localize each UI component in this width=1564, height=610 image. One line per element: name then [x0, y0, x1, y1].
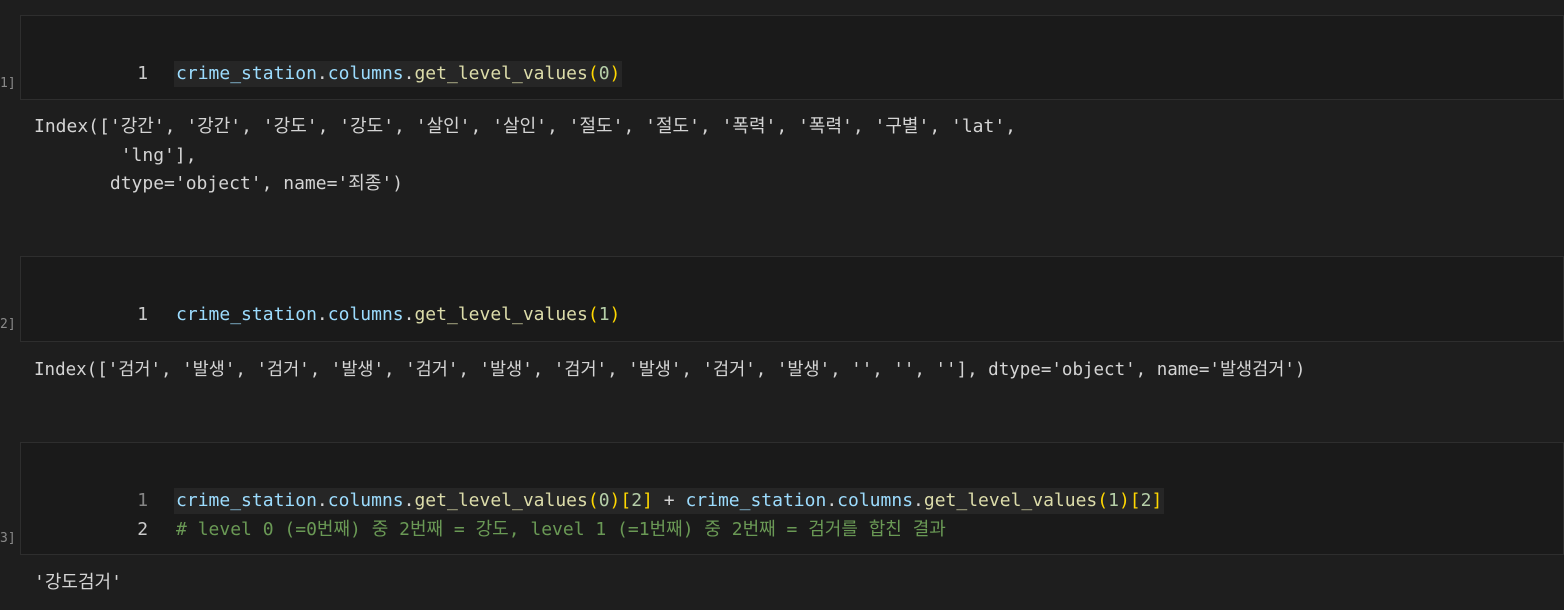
code-token: crime_station	[176, 304, 317, 325]
code-token: get_level_values	[414, 304, 588, 325]
execution-count: 2]	[0, 317, 16, 332]
output-line: Index(['검거', '발생', '검거', '발생', '검거', '발생…	[34, 360, 1306, 380]
code-token: )	[1118, 490, 1130, 511]
code-line[interactable]: 1 crime_station.columns.get_level_values(…	[21, 276, 622, 325]
code-token: .	[403, 63, 415, 84]
code-line[interactable]: 2 # level 0 (=0번째) 중 2번째 = 강도, level 1 (=…	[21, 491, 948, 540]
code-line[interactable]: 1 crime_station.columns.get_level_values(…	[21, 462, 1165, 514]
notebook: 1 crime_station.columns.get_level_values(…	[0, 0, 1564, 610]
code-token: 1	[598, 304, 610, 325]
code-token: [	[1129, 490, 1141, 511]
code-comment: # level 0 (=0번째) 중 2번째 = 강도, level 1 (=1…	[176, 519, 946, 540]
code-token: (	[587, 304, 599, 325]
code-line[interactable]: 1 crime_station.columns.get_level_values(…	[21, 35, 623, 87]
execution-count: 3]	[0, 531, 16, 546]
code-token: crime_station	[176, 63, 317, 84]
code-token: get_level_values	[414, 63, 588, 84]
cell-output-2: Index(['검거', '발생', '검거', '발생', '검거', '발생…	[34, 356, 1305, 385]
code-cell-2[interactable]: 1 crime_station.columns.get_level_values(…	[20, 256, 1564, 342]
output-line: Index(['강간', '강간', '강도', '강도', '살인', '살인…	[34, 116, 1017, 137]
code-text[interactable]: crime_station.columns.get_level_values(1…	[174, 302, 622, 328]
execution-count: 1]	[0, 76, 16, 91]
output-line: '강도검거'	[34, 572, 122, 593]
code-token: .	[316, 304, 328, 325]
code-token: ]	[1151, 490, 1163, 511]
code-token: 0	[598, 63, 610, 84]
code-token: columns	[327, 304, 404, 325]
output-line: 'lng'],	[34, 144, 197, 166]
code-token: .	[316, 63, 328, 84]
code-token: (	[587, 63, 599, 84]
code-token: (	[1097, 490, 1109, 511]
code-cell-3[interactable]: 1 crime_station.columns.get_level_values(…	[20, 442, 1564, 555]
code-token: )	[609, 63, 621, 84]
output-line: dtype='object', name='죄종')	[34, 173, 404, 194]
line-number: 1	[137, 63, 149, 84]
line-number: 2	[137, 519, 149, 540]
code-token: get_level_values	[923, 490, 1098, 511]
cell-output-1: Index(['강간', '강간', '강도', '강도', '살인', '살인…	[34, 113, 1016, 199]
line-number: 1	[137, 304, 149, 325]
code-token: )	[609, 304, 621, 325]
code-cell-1[interactable]: 1 crime_station.columns.get_level_values(…	[20, 15, 1564, 100]
cell-output-3: '강도검거'	[34, 569, 122, 598]
code-token: 2	[1140, 490, 1152, 511]
code-token: 1	[1108, 490, 1119, 511]
code-text[interactable]: # level 0 (=0번째) 중 2번째 = 강도, level 1 (=1…	[174, 517, 948, 543]
code-text[interactable]: crime_station.columns.get_level_values(0…	[174, 61, 623, 87]
code-token: .	[403, 304, 415, 325]
code-token: columns	[327, 63, 404, 84]
